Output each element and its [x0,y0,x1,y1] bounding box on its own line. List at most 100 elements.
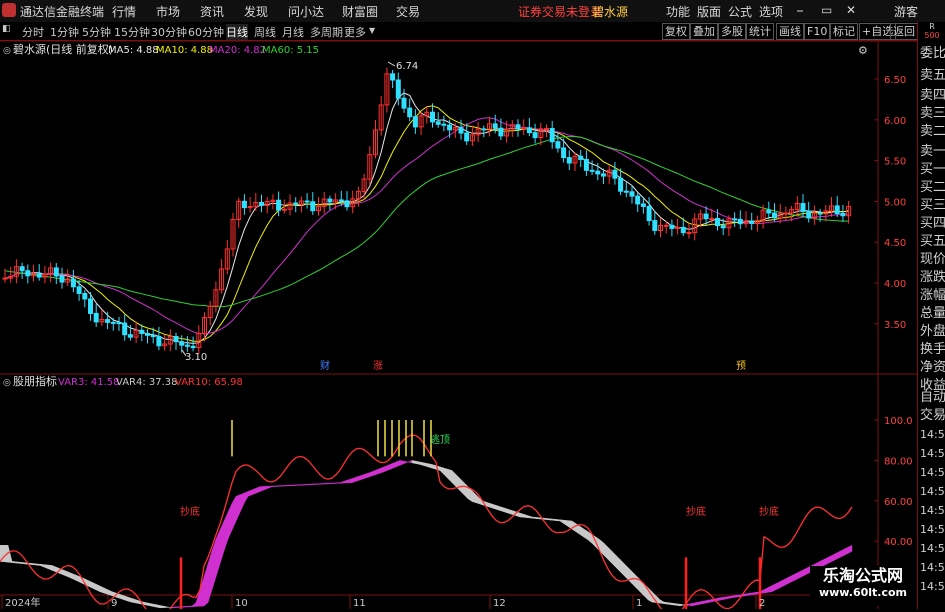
adjust-button[interactable]: 复权 [662,23,690,40]
var-band [783,577,789,587]
multi-stock-button[interactable]: 多股 [718,23,746,40]
ma60-value: MA60: 5.15 [262,45,319,56]
menu-news[interactable]: 资讯 [200,3,224,20]
var-band [343,479,349,484]
var-band [447,468,453,484]
side-label-6: 买一 [920,162,945,177]
candlestick [458,127,464,134]
var-band [439,466,445,476]
var-band [555,519,561,522]
menu-ask[interactable]: 问小达 [288,3,324,20]
candlestick [749,220,755,224]
minimize-icon[interactable]: ⎯ [797,3,803,18]
var-band [367,471,373,478]
menu-discover[interactable]: 发现 [244,3,268,20]
candlestick [515,124,521,130]
event-mark-forecast[interactable]: 预 [736,360,746,372]
price-panel-menu-icon[interactable]: ◎ [3,46,11,56]
var-band [375,468,381,475]
mark-button[interactable]: 标记 [830,23,858,40]
var-band [63,569,69,578]
period-intraday[interactable]: 分时 [22,24,44,40]
price-tick-label-6: 3.50 [884,320,906,331]
var-band [387,463,393,471]
side-label-17: 净资 [920,360,945,375]
period-daily[interactable]: 日线 [226,24,248,40]
var-band [623,562,629,581]
draw-line-button[interactable]: 画线 [776,23,804,40]
f10-button[interactable]: F10 [804,23,831,40]
var-band [47,564,53,571]
period-60min[interactable]: 60分钟 [188,24,224,40]
candlestick [498,127,504,137]
var-band [583,528,589,541]
period-more[interactable]: 更多 [344,24,366,40]
candlestick [59,275,65,283]
menu-market[interactable]: 市场 [156,3,180,20]
close-icon[interactable]: ✕ [846,3,856,17]
var-band [143,601,149,606]
event-mark-limit-up[interactable]: 涨 [373,360,383,372]
candlestick [766,209,772,214]
period-15min[interactable]: 15分钟 [114,24,150,40]
var-band [463,482,469,500]
back-button[interactable]: 返回 [890,23,918,40]
candlestick [481,128,487,131]
ind-tick-label-3: 40.00 [884,537,913,548]
menu-layout[interactable]: 版面 [697,3,721,20]
x-label-5: 1 [636,598,642,609]
chart-canvas[interactable]: 6.50 6.00 5.50 5.00 4.50 4.00 3.50 100.0 80.00 6… [0,40,917,612]
menu-wealth[interactable]: 财富圈 [342,3,378,20]
period-weekly[interactable]: 周线 [254,24,276,40]
candlestick [732,218,738,221]
var-band [787,575,793,585]
period-30min[interactable]: 30分钟 [151,24,187,40]
var-band [39,563,45,568]
var-band [843,546,849,556]
var-band [443,467,449,480]
side-time-2: 14:5 [920,466,945,479]
price-tick-label-2: 5.50 [884,157,906,168]
ma5-value: MA5: 4.88 [108,45,159,56]
x-label-2: 10 [235,598,248,609]
panel-toggle-icon[interactable]: ◧ [2,24,11,34]
candlestick [259,202,264,206]
menu-trade[interactable]: 交易 [396,3,420,20]
var-band [147,602,153,607]
candlestick [190,345,196,349]
event-mark-finance[interactable]: 财 [320,359,330,372]
overlay-button[interactable]: 叠加 [690,23,718,40]
var-band [727,595,733,599]
guest-label[interactable]: 游客 [894,3,918,20]
period-monthly[interactable]: 月线 [282,24,304,40]
candlestick [304,200,310,203]
var-band [719,596,725,601]
var-band [799,569,805,578]
login-notice[interactable]: 证券交易未登录 [518,3,602,20]
period-multi[interactable]: 多周期 [310,24,343,40]
menu-function[interactable]: 功能 [666,3,690,20]
candlestick [840,213,846,217]
candlestick [783,212,789,215]
side-label-13: 涨幅 [920,288,945,303]
high-pointer [387,61,396,67]
candlestick [156,336,162,347]
var-band [327,482,333,485]
settings-gear-icon[interactable]: ⚙ [858,44,868,57]
var-band [391,461,397,469]
period-5min[interactable]: 5分钟 [82,24,111,40]
indicator-menu-icon[interactable]: ◎ [3,378,11,388]
menu-formula[interactable]: 公式 [728,3,752,20]
menu-quotes[interactable]: 行情 [112,3,136,20]
var-band [495,504,501,511]
menu-options[interactable]: 选项 [759,3,783,20]
more-dropdown-icon[interactable]: ▼ [369,26,375,35]
period-1min[interactable]: 1分钟 [50,24,79,40]
candlestick [145,332,150,336]
candlestick [88,298,93,314]
side-time-3: 14:5 [920,485,945,498]
statistics-button[interactable]: 统计 [746,23,774,40]
restore-icon[interactable]: ▭ [821,3,832,17]
var-band [215,529,221,577]
var-band [659,599,665,604]
